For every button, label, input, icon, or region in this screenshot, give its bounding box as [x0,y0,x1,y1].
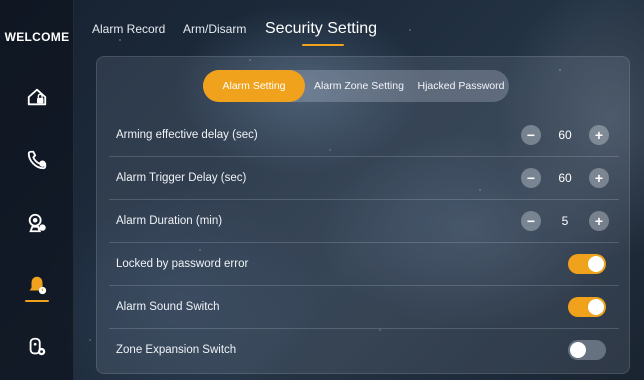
active-nav-indicator [25,300,49,302]
setting-label: Locked by password error [116,258,249,270]
decrement-button[interactable]: − [521,211,541,231]
alarm-bell-icon [29,276,47,295]
segment-alarm-setting[interactable]: Alarm Setting [203,70,305,102]
segment-hijacked-password[interactable]: Hjacked Password [413,70,509,102]
stepper-value: 60 [558,171,572,185]
welcome-label: WELCOME [4,30,70,44]
increment-button[interactable]: + [589,168,609,188]
zone-expansion-toggle[interactable] [568,340,606,360]
sidebar-item-monitor[interactable] [20,206,54,240]
tab-arm-disarm[interactable]: Arm/Disarm [183,14,246,44]
stepper-value: 5 [561,214,569,228]
increment-button[interactable]: + [589,211,609,231]
sidebar: WELCOME [0,0,74,380]
sidebar-item-call[interactable] [20,143,54,177]
segment-alarm-zone-setting[interactable]: Alarm Zone Setting [305,70,413,102]
setting-label: Alarm Duration (min) [116,215,223,227]
setting-row-alarm-sound: Alarm Sound Switch [109,286,619,329]
settings-panel: Alarm Setting Alarm Zone Setting Hjacked… [96,56,630,374]
active-tab-underline [302,44,344,46]
decrement-button[interactable]: − [521,125,541,145]
intercom-settings-icon [29,337,46,356]
setting-label: Arming effective delay (sec) [116,129,258,141]
alarm-sound-toggle[interactable] [568,297,606,317]
tab-alarm-record[interactable]: Alarm Record [92,14,165,44]
locked-password-error-toggle[interactable] [568,254,606,274]
toggle-knob [588,256,604,272]
phone-call-icon [27,150,47,170]
sidebar-item-alarm[interactable] [20,268,54,302]
setting-label: Zone Expansion Switch [116,344,237,356]
increment-button[interactable]: + [589,125,609,145]
setting-row-zone-expansion: Zone Expansion Switch [109,329,619,372]
home-lock-icon [27,88,47,106]
setting-label: Alarm Sound Switch [116,301,220,313]
sidebar-item-home-security[interactable] [20,80,54,114]
toggle-knob [570,342,586,358]
sidebar-item-intercom[interactable] [20,330,54,364]
setting-row-locked-password-error: Locked by password error [109,243,619,286]
setting-row-arming-delay: Arming effective delay (sec) − 60 + [109,114,619,157]
stepper-value: 60 [558,128,572,142]
decrement-button[interactable]: − [521,168,541,188]
toggle-knob [588,299,604,315]
camera-person-icon [28,213,46,233]
segmented-control: Alarm Setting Alarm Zone Setting Hjacked… [203,70,509,102]
setting-row-alarm-duration: Alarm Duration (min) − 5 + [109,200,619,243]
setting-label: Alarm Trigger Delay (sec) [116,172,247,184]
setting-row-trigger-delay: Alarm Trigger Delay (sec) − 60 + [109,157,619,200]
tab-security-setting[interactable]: Security Setting [265,14,377,44]
